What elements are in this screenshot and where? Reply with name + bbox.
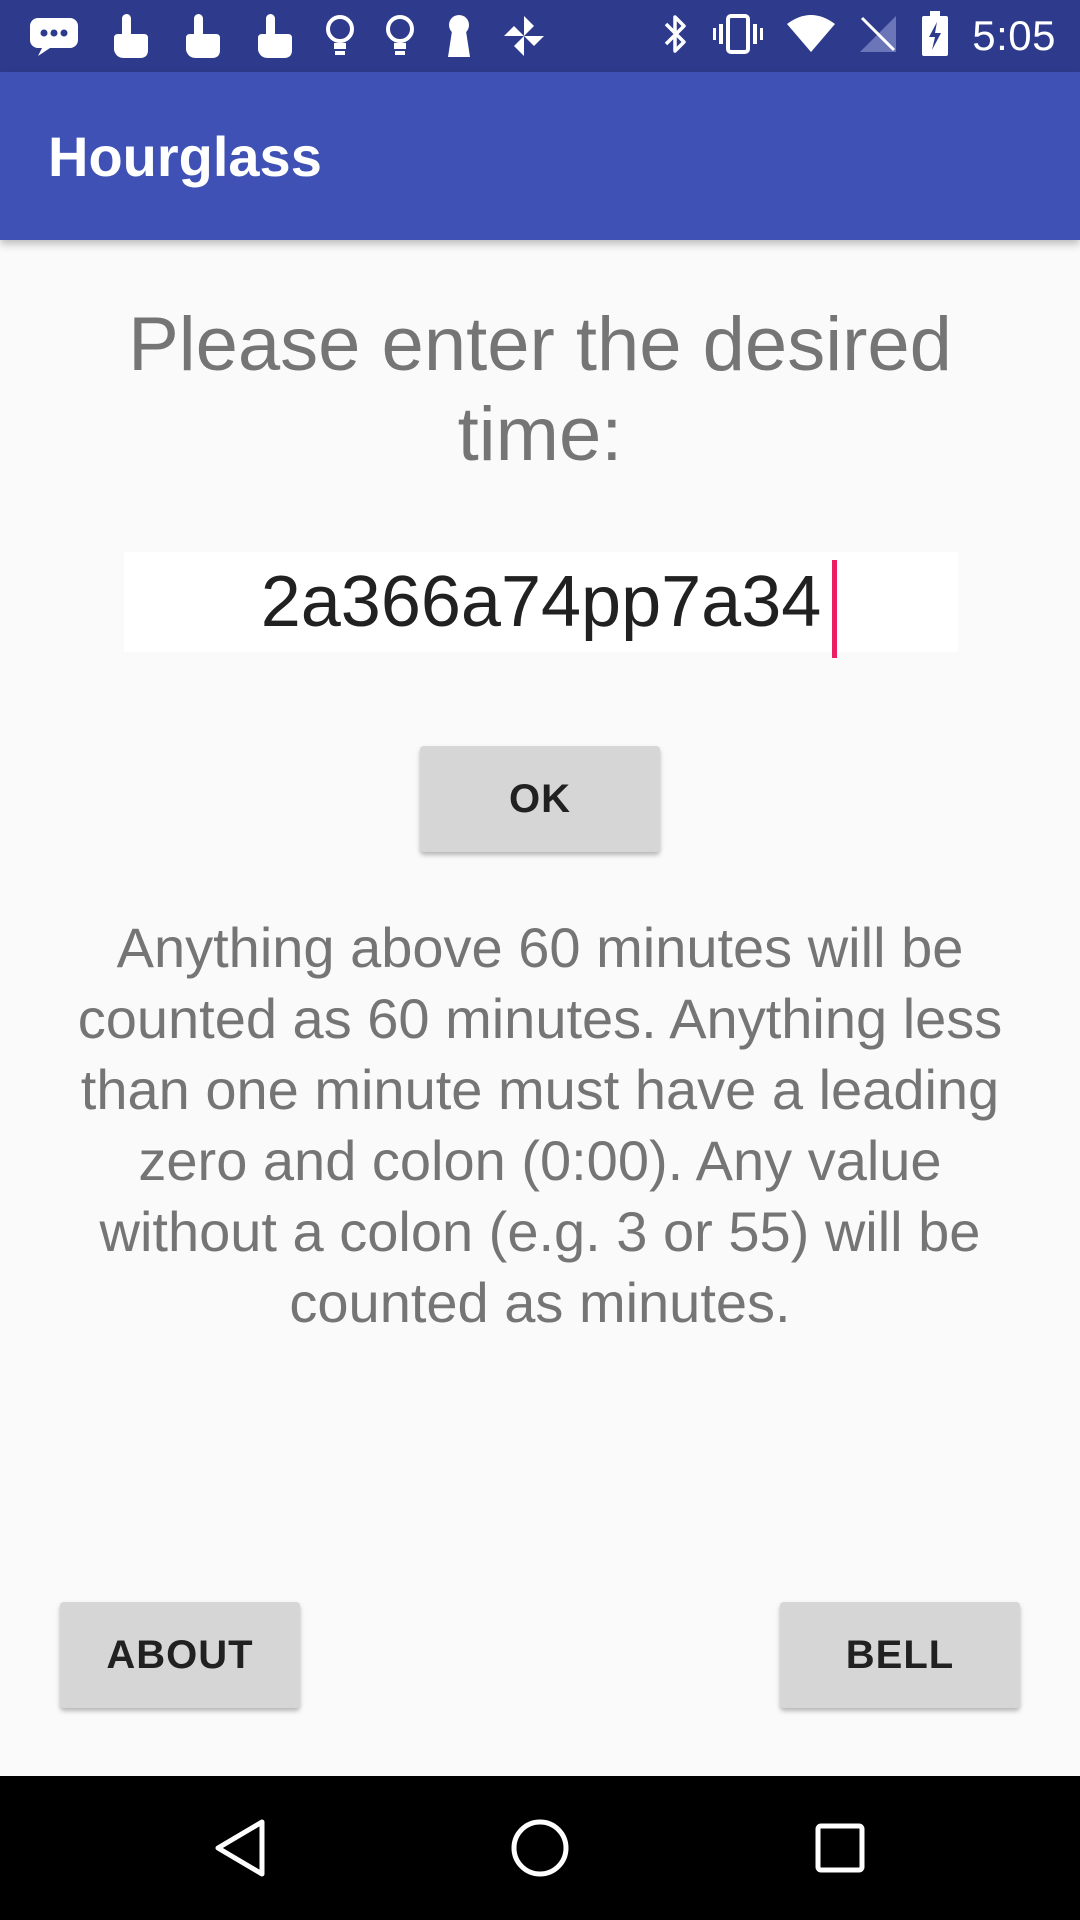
wifi-icon [786, 14, 836, 59]
bell-button[interactable]: BELL [780, 1602, 1020, 1708]
bulb-icon [384, 13, 416, 59]
main-content: Please enter the desired time: OK Anythi… [0, 240, 1080, 1776]
bulb-icon [324, 13, 356, 59]
text-cursor [832, 560, 837, 658]
notification-icons [28, 14, 546, 58]
touch-icon [180, 12, 224, 60]
touch-icon [252, 12, 296, 60]
info-text: Anything above 60 minutes will be counte… [77, 916, 1003, 1334]
time-prompt: Please enter the desired time: [128, 302, 952, 477]
ok-button[interactable]: OK [420, 746, 660, 852]
about-button[interactable]: ABOUT [60, 1602, 300, 1708]
home-icon[interactable] [502, 1810, 578, 1886]
recents-icon[interactable] [802, 1810, 878, 1886]
system-status-icons: 5:05 [662, 10, 1056, 62]
no-signal-icon [858, 14, 898, 59]
status-bar: 5:05 [0, 0, 1080, 72]
navigation-bar [0, 1776, 1080, 1920]
back-icon[interactable] [202, 1810, 278, 1886]
battery-charging-icon [920, 10, 950, 63]
status-time: 5:05 [972, 12, 1056, 59]
vibrate-icon [712, 12, 764, 61]
message-icon [28, 14, 80, 58]
time-input-container [124, 552, 958, 658]
app-title: Hourglass [48, 125, 322, 188]
touch-icon [108, 12, 152, 60]
bluetooth-icon [662, 12, 690, 61]
keyhole-icon [444, 13, 474, 59]
app-bar: Hourglass [0, 72, 1080, 240]
pinwheel-icon [502, 14, 546, 58]
